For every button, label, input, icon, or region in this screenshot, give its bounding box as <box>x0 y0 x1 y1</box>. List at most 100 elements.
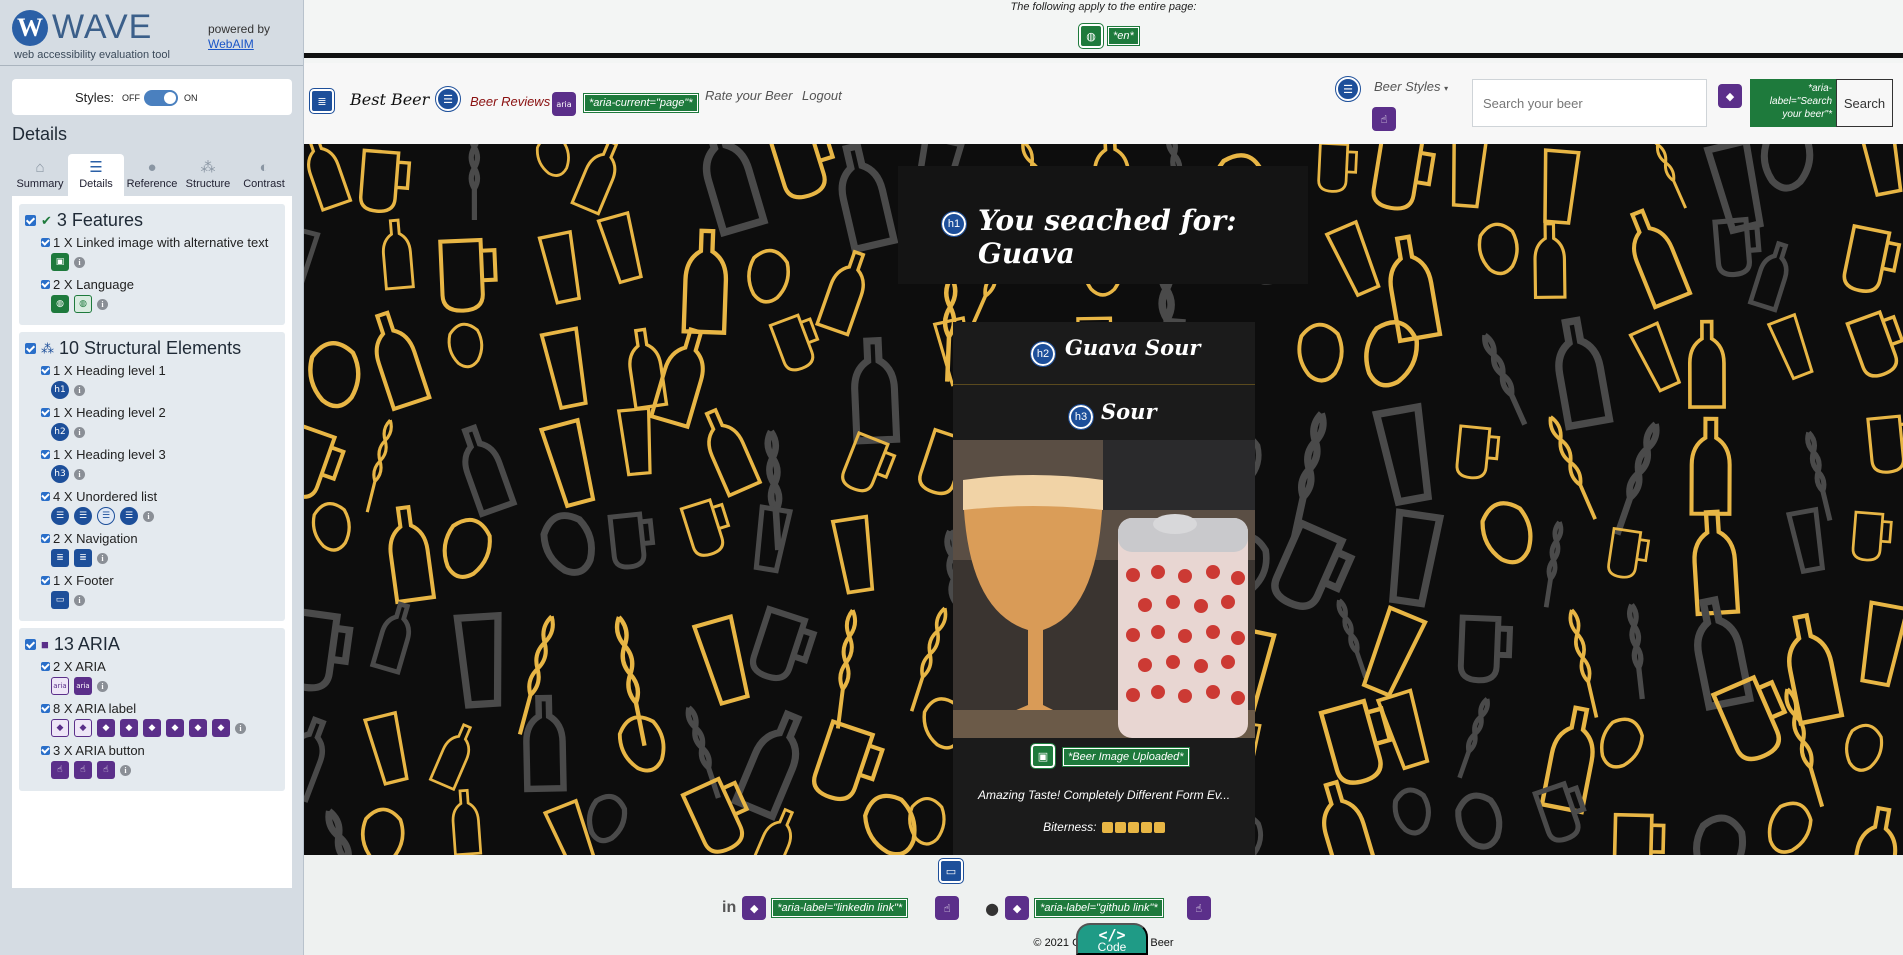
aria-label-tag-icon[interactable]: ◆ <box>1005 896 1030 920</box>
heading-badge-icon[interactable]: h3 <box>1068 404 1094 430</box>
navigation-icon[interactable]: ≣ <box>309 88 335 114</box>
info-icon[interactable]: i <box>97 298 108 310</box>
info-icon[interactable]: i <box>74 426 85 438</box>
aria-label-tag-icon[interactable]: ◆ <box>1718 84 1742 108</box>
heading-badge-icon[interactable]: h3 <box>51 465 69 483</box>
aria-button-icon[interactable]: ☝ <box>51 761 69 779</box>
structure-checkbox[interactable] <box>25 343 36 354</box>
unordered-list-icon[interactable]: ☰ <box>74 507 92 525</box>
aria-badge-icon[interactable]: aria <box>552 92 576 116</box>
site-footer: ▭ in ◆ *aria-label="linkedin link"* ☝ ● … <box>304 855 1903 955</box>
pattern-motif <box>304 716 327 803</box>
aria-label-tag-icon[interactable]: ◆ <box>166 719 184 737</box>
item-checkbox[interactable] <box>41 450 50 459</box>
heading-badge-icon[interactable]: h2 <box>1030 341 1056 367</box>
pattern-motif <box>1482 332 1528 426</box>
navigation-icon[interactable]: ≣ <box>74 549 92 567</box>
navigation-icon[interactable]: ≣ <box>51 549 69 567</box>
item-checkbox[interactable] <box>41 366 50 375</box>
item-checkbox[interactable] <box>41 238 50 247</box>
aria-label-tag-icon[interactable]: ◆ <box>212 719 230 737</box>
nav-link-beer-reviews[interactable]: Beer Reviews <box>470 94 550 109</box>
info-icon[interactable]: i <box>74 256 85 268</box>
list-item: 1 X Footer ▭ i <box>41 573 279 609</box>
heading-badge-icon[interactable]: h2 <box>51 423 69 441</box>
aria-label-tag-icon[interactable]: ◆ <box>74 719 92 737</box>
info-icon[interactable]: i <box>74 468 85 480</box>
pattern-motif <box>616 406 652 477</box>
tab-reference[interactable]: ● Reference <box>124 154 180 196</box>
aria-checkbox[interactable] <box>25 639 36 650</box>
item-label: 2 X Language <box>53 277 134 292</box>
unordered-list-icon[interactable]: ☰ <box>1335 76 1361 102</box>
tab-contrast[interactable]: ◐ Contrast <box>236 154 292 196</box>
aria-button-icon[interactable]: ☝ <box>1186 896 1211 920</box>
item-checkbox[interactable] <box>41 746 50 755</box>
nav-link-logout[interactable]: Logout <box>802 88 842 103</box>
footer-icon[interactable]: ▭ <box>51 591 69 609</box>
tab-details[interactable]: ☰ Details <box>68 154 124 196</box>
item-checkbox[interactable] <box>41 704 50 713</box>
globe-icon[interactable]: ◍ <box>1078 23 1104 49</box>
aria-label-tag-icon[interactable]: ◆ <box>120 719 138 737</box>
unordered-list-icon[interactable]: ☰ <box>51 507 69 525</box>
info-icon[interactable]: i <box>120 764 131 776</box>
aria-label-tag-icon[interactable]: ◆ <box>189 719 207 737</box>
linked-image-icon[interactable]: ▣ <box>51 253 69 271</box>
info-icon[interactable]: i <box>74 384 85 396</box>
nav-dropdown-beer-styles[interactable]: Beer Styles ▾ <box>1374 79 1448 94</box>
info-icon[interactable]: i <box>74 594 85 606</box>
item-label-row: 2 X ARIA <box>41 659 279 674</box>
wave-logo-icon[interactable]: W <box>12 10 48 46</box>
webaim-link[interactable]: WebAIM <box>208 37 254 51</box>
item-checkbox[interactable] <box>41 662 50 671</box>
item-checkbox[interactable] <box>41 280 50 289</box>
nav-link-rate-beer[interactable]: Rate your Beer <box>705 88 792 103</box>
footer-icon[interactable]: ▭ <box>938 858 964 884</box>
list-item: 2 X Navigation ≣ ≣ i <box>41 531 279 567</box>
github-icon[interactable]: ● <box>985 899 999 918</box>
heading-badge-icon[interactable]: h1 <box>51 381 69 399</box>
code-button[interactable]: </> Code <box>1076 923 1148 955</box>
pattern-motif <box>1628 321 1682 393</box>
info-icon[interactable]: i <box>97 552 108 564</box>
item-checkbox[interactable] <box>41 408 50 417</box>
tab-summary[interactable]: ⌂ Summary <box>12 154 68 196</box>
unordered-list-icon[interactable]: ☰ <box>97 507 115 525</box>
item-label-row: 8 X ARIA label <box>41 701 279 716</box>
wave-header: W WAVE web accessibility evaluation tool… <box>0 0 303 66</box>
item-checkbox[interactable] <box>41 534 50 543</box>
linked-image-icon[interactable]: ▣ <box>1030 743 1056 769</box>
styles-toggle-switch[interactable] <box>144 90 178 106</box>
heading-badge-icon[interactable]: h1 <box>941 211 967 237</box>
unordered-list-icon[interactable]: ☰ <box>435 86 461 112</box>
aria-button-icon[interactable]: ☝ <box>97 761 115 779</box>
aria-badge-icon[interactable]: aria <box>74 677 92 695</box>
info-icon[interactable]: i <box>97 680 108 692</box>
aria-button-icon[interactable]: ☝ <box>1372 107 1396 131</box>
tab-structure[interactable]: ⁂ Structure <box>180 154 236 196</box>
globe-icon[interactable]: ◍ <box>51 295 69 313</box>
aria-label-tag-icon[interactable]: ◆ <box>143 719 161 737</box>
search-input[interactable] <box>1472 79 1707 127</box>
features-checkbox[interactable] <box>25 215 36 226</box>
aria-label-tag-icon[interactable]: ◆ <box>51 719 69 737</box>
info-icon[interactable]: i <box>143 510 154 522</box>
linkedin-icon[interactable]: in <box>722 899 736 917</box>
info-icon[interactable]: i <box>235 722 246 734</box>
bitterness-mugs <box>1100 820 1165 834</box>
beer-image[interactable] <box>953 440 1255 738</box>
unordered-list-icon[interactable]: ☰ <box>120 507 138 525</box>
item-checkbox[interactable] <box>41 576 50 585</box>
aria-label-tag-icon[interactable]: ◆ <box>742 896 767 920</box>
wave-wordmark[interactable]: WAVE <box>52 8 152 47</box>
aria-button-icon[interactable]: ☝ <box>935 896 960 920</box>
aria-button-icon[interactable]: ☝ <box>74 761 92 779</box>
item-checkbox[interactable] <box>41 492 50 501</box>
search-button[interactable]: Search <box>1836 79 1893 127</box>
globe-icon[interactable]: ◍ <box>74 295 92 313</box>
aria-badge-icon[interactable]: aria <box>51 677 69 695</box>
site-brand[interactable]: Best Beer <box>350 90 429 109</box>
aria-label-tag-icon[interactable]: ◆ <box>97 719 115 737</box>
pattern-motif <box>1389 508 1445 608</box>
